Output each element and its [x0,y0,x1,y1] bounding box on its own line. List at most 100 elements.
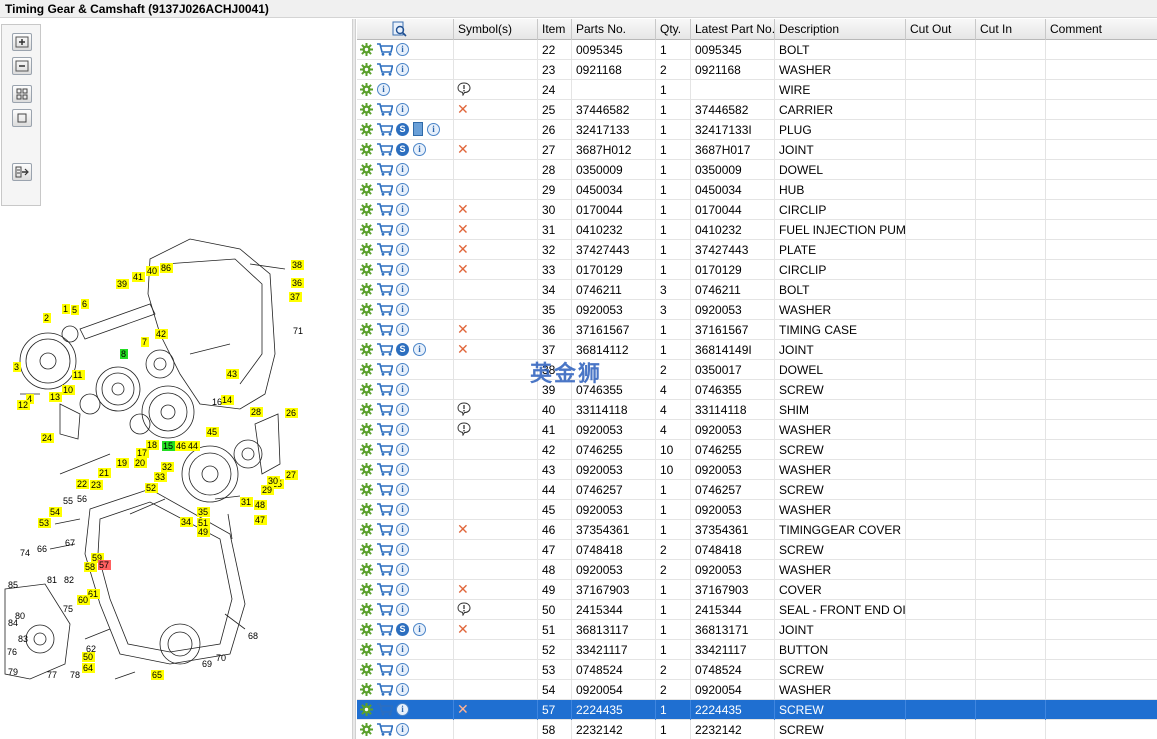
info-icon[interactable]: i [377,83,390,96]
cart-icon[interactable] [377,503,394,519]
info-icon[interactable]: i [413,623,426,636]
comment-cell[interactable] [1046,540,1157,560]
cart-icon[interactable] [377,323,394,339]
table-row[interactable]: i ✕ 33 0170129 1 0170129 CIRCLIP [357,260,1157,280]
callout-78[interactable]: 78 [70,670,80,680]
callout-28[interactable]: 28 [250,407,263,417]
cut-out-cell[interactable] [906,360,976,380]
gear-icon[interactable] [360,423,373,436]
note-bubble-icon[interactable] [457,422,471,439]
cut-out-cell[interactable] [906,160,976,180]
cut-out-cell[interactable] [906,700,976,720]
callout-32[interactable]: 32 [161,462,174,472]
gear-icon[interactable] [360,303,373,316]
info-icon[interactable]: i [396,503,409,516]
header-cut-in[interactable]: Cut In [976,19,1046,40]
cut-in-cell[interactable] [976,420,1046,440]
note-bubble-icon[interactable] [457,402,471,419]
callout-7[interactable]: 7 [141,337,149,347]
comment-cell[interactable] [1046,160,1157,180]
cart-icon[interactable] [377,723,394,739]
cart-icon[interactable] [377,643,394,659]
cart-icon[interactable] [377,143,394,159]
callout-36[interactable]: 36 [291,278,304,288]
callout-66[interactable]: 66 [37,544,47,554]
table-row[interactable]: i 39 0746355 4 0746355 SCREW [357,380,1157,400]
gear-icon[interactable] [360,683,373,696]
callout-8[interactable]: 8 [120,349,128,359]
cart-icon[interactable] [377,543,394,559]
info-icon[interactable]: i [427,123,440,136]
cut-out-cell[interactable] [906,60,976,80]
info-icon[interactable]: i [396,103,409,116]
callout-75[interactable]: 75 [63,604,73,614]
cut-out-cell[interactable] [906,240,976,260]
zoom-in-button[interactable] [12,33,32,51]
cart-icon[interactable] [377,583,394,599]
gear-icon[interactable] [360,563,373,576]
callout-53[interactable]: 53 [38,518,51,528]
cut-in-cell[interactable] [976,440,1046,460]
callout-26[interactable]: 26 [285,408,298,418]
cut-out-cell[interactable] [906,660,976,680]
cut-in-cell[interactable] [976,320,1046,340]
comment-cell[interactable] [1046,220,1157,240]
callout-85[interactable]: 85 [8,580,18,590]
comment-cell[interactable] [1046,100,1157,120]
callout-69[interactable]: 69 [202,659,212,669]
cart-icon[interactable] [377,343,394,359]
comment-cell[interactable] [1046,580,1157,600]
cut-in-cell[interactable] [976,380,1046,400]
cart-icon[interactable] [377,463,394,479]
cut-out-cell[interactable] [906,560,976,580]
callout-76[interactable]: 76 [7,647,17,657]
info-icon[interactable]: i [396,363,409,376]
callout-58[interactable]: 58 [84,562,97,572]
cut-in-cell[interactable] [976,680,1046,700]
info-icon[interactable]: i [396,63,409,76]
table-row[interactable]: i ✕ 32 37427443 1 37427443 PLATE [357,240,1157,260]
comment-cell[interactable] [1046,700,1157,720]
table-row[interactable]: i ✕ 36 37161567 1 37161567 TIMING CASE [357,320,1157,340]
cart-icon[interactable] [377,623,394,639]
comment-cell[interactable] [1046,500,1157,520]
cut-in-cell[interactable] [976,340,1046,360]
s-badge-icon[interactable]: S [396,143,409,156]
callout-11[interactable]: 11 [72,370,85,380]
comment-cell[interactable] [1046,180,1157,200]
info-icon[interactable]: i [413,343,426,356]
info-icon[interactable]: i [396,243,409,256]
info-icon[interactable]: i [396,683,409,696]
cut-in-cell[interactable] [976,80,1046,100]
callout-15[interactable]: 15 [162,441,175,451]
callout-27[interactable]: 27 [285,470,298,480]
cut-in-cell[interactable] [976,260,1046,280]
callout-3[interactable]: 3 [13,362,21,372]
callout-12[interactable]: 12 [17,400,30,410]
cut-in-cell[interactable] [976,580,1046,600]
comment-cell[interactable] [1046,120,1157,140]
comment-cell[interactable] [1046,80,1157,100]
cut-in-cell[interactable] [976,700,1046,720]
gear-icon[interactable] [360,243,373,256]
header-symbols[interactable]: Symbol(s) [454,19,538,40]
cut-in-cell[interactable] [976,480,1046,500]
callout-86[interactable]: 86 [160,263,173,273]
gear-icon[interactable] [360,223,373,236]
cart-icon[interactable] [377,663,394,679]
cut-out-cell[interactable] [906,440,976,460]
cut-in-cell[interactable] [976,720,1046,739]
callout-2[interactable]: 2 [43,313,51,323]
actual-size-button[interactable] [12,109,32,127]
comment-cell[interactable] [1046,620,1157,640]
comment-cell[interactable] [1046,340,1157,360]
table-row[interactable]: i 50 2415344 1 2415344 SEAL - FRONT END OIL [357,600,1157,620]
cart-icon[interactable] [377,183,394,199]
cut-in-cell[interactable] [976,500,1046,520]
table-row[interactable]: i 24 1 WIRE [357,80,1157,100]
comment-cell[interactable] [1046,420,1157,440]
header-icons[interactable] [357,19,454,40]
comment-cell[interactable] [1046,40,1157,60]
gear-icon[interactable] [360,183,373,196]
callout-44[interactable]: 44 [187,441,200,451]
